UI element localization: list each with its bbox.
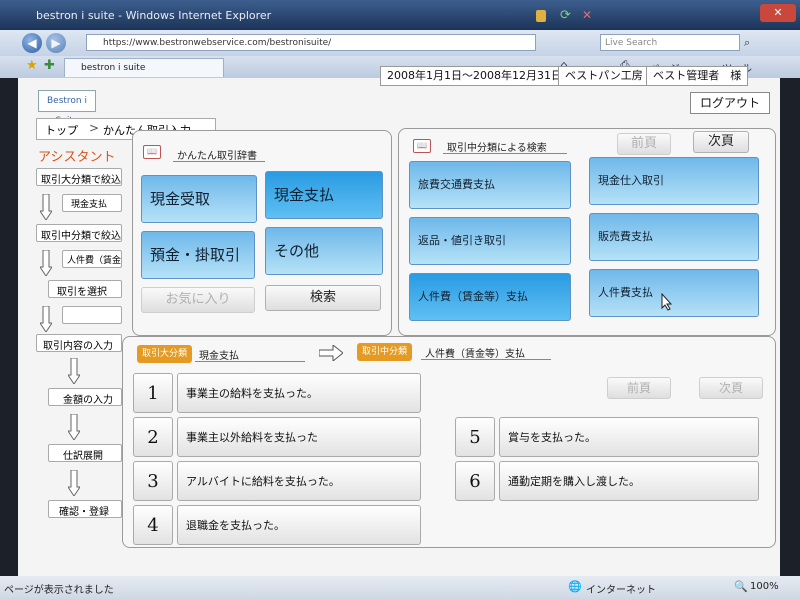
prev-page-button[interactable]: 前頁: [617, 133, 671, 155]
item-6[interactable]: 通勤定期を購入し渡した。: [499, 461, 759, 501]
window-titlebar: bestron i suite - Windows Internet Explo…: [0, 0, 800, 30]
add-favorite-icon[interactable]: ✚: [44, 58, 55, 73]
middle-underline: [421, 359, 551, 360]
step-select-transaction: 取引を選択: [48, 280, 122, 298]
item-1[interactable]: 事業主の給料を支払った。: [177, 373, 421, 413]
status-text: ページが表示されました: [4, 585, 114, 596]
search-input[interactable]: Live Search: [600, 34, 740, 51]
company-box: ベストパン工房: [558, 66, 650, 86]
down-arrow-icon: [68, 358, 80, 384]
assistant-title: アシスタント: [38, 150, 116, 165]
security-zone: インターネット: [586, 585, 656, 596]
mouse-cursor-icon: [661, 293, 673, 311]
cash-payment-button[interactable]: 現金支払: [265, 171, 383, 219]
window-title: bestron i suite - Windows Internet Explo…: [36, 9, 272, 22]
personnel-expense-button[interactable]: 人件費支払: [589, 269, 759, 317]
sales-expense-button[interactable]: 販売費支払: [589, 213, 759, 261]
address-toolbar: ◀ ▶ https://www.bestronwebservice.com/be…: [0, 30, 800, 56]
down-arrow-icon: [40, 194, 52, 220]
zoom-level[interactable]: 100%: [750, 581, 779, 592]
returns-discount-button[interactable]: 返品・値引き取引: [409, 217, 571, 265]
next-page-button[interactable]: 次頁: [693, 131, 749, 153]
step-narrow-middle: 取引中分類で絞込: [36, 224, 122, 242]
major-underline: [195, 361, 305, 362]
step-journal: 仕訳展開: [48, 444, 122, 462]
address-input[interactable]: https://www.bestronwebservice.com/bestro…: [86, 34, 536, 51]
step-selected-value: [62, 306, 122, 324]
company-name: ベストパン工房: [565, 69, 643, 82]
step-enter-content: 取引内容の入力: [36, 334, 122, 352]
other-button[interactable]: その他: [265, 227, 383, 275]
bestron-logo: Bestron i Suite: [38, 90, 96, 126]
major-category-value: 現金支払: [199, 351, 239, 362]
category-search-panel: 📖 取引中分類による検索 前頁 次頁 旅費交通費支払 現金仕入取引 返品・値引き…: [398, 128, 776, 336]
title-underline: [173, 161, 265, 162]
fiscal-period: 2008年1月1日～2008年12月31日: [387, 69, 562, 82]
middle-category-value: 人件費（賃金等）支払: [425, 349, 525, 360]
cash-receipt-button[interactable]: 現金受取: [141, 175, 257, 223]
item-5[interactable]: 賞与を支払った。: [499, 417, 759, 457]
step-middle-value: 人件費（賃金等: [62, 250, 122, 268]
item-2[interactable]: 事業主以外給料を支払った: [177, 417, 421, 457]
title-underline: [443, 153, 567, 154]
dictionary-panel: 📖 かんたん取引辞書 現金受取 現金支払 預金・掛取引 その他 お気に入り 検索: [132, 130, 392, 336]
item-number-1[interactable]: 1: [133, 373, 173, 413]
search-button[interactable]: 検索: [265, 285, 381, 311]
item-number-2[interactable]: 2: [133, 417, 173, 457]
tab-bestron[interactable]: bestron i suite: [64, 58, 224, 77]
refresh-icon[interactable]: ⟳: [560, 8, 571, 23]
back-button[interactable]: ◀: [22, 33, 42, 53]
favorites-star-icon[interactable]: ★: [26, 58, 38, 73]
dictionary-title: かんたん取引辞書: [177, 151, 257, 162]
user-name: ベスト管理者 様: [653, 69, 742, 82]
user-box: ベスト管理者 様: [646, 66, 749, 86]
items-next-page-button[interactable]: 次頁: [699, 377, 763, 399]
cash-purchase-button[interactable]: 現金仕入取引: [589, 157, 759, 205]
down-arrow-icon: [68, 414, 80, 440]
down-arrow-icon: [68, 470, 80, 496]
breadcrumb-separator-icon: >: [89, 121, 100, 135]
step-enter-amount: 金額の入力: [48, 388, 122, 406]
personnel-wages-button[interactable]: 人件費（賃金等）支払: [409, 273, 571, 321]
item-3[interactable]: アルバイトに給料を支払った。: [177, 461, 421, 501]
transaction-selection-panel: 取引大分類 現金支払 取引中分類 人件費（賃金等）支払 前頁 次頁 1 事業主の…: [122, 336, 776, 548]
step-major-value: 現金支払: [62, 194, 122, 212]
globe-icon: 🌐: [568, 580, 582, 593]
step-confirm: 確認・登録: [48, 500, 122, 518]
search-icon[interactable]: ⌕: [744, 36, 750, 50]
forward-button[interactable]: ▶: [46, 33, 66, 53]
close-window-button[interactable]: ✕: [760, 4, 796, 22]
breadcrumb-top[interactable]: トップ: [45, 122, 78, 138]
category-search-title: 取引中分類による検索: [447, 143, 547, 154]
page-content: Bestron i Suite 2008年1月1日～2008年12月31日 ベス…: [18, 66, 780, 576]
zoom-icon[interactable]: 🔍: [734, 580, 748, 593]
status-bar: ページが表示されました 🌐 インターネット 🔍 100%: [0, 576, 800, 600]
stop-icon[interactable]: ✕: [582, 8, 592, 22]
item-4[interactable]: 退職金を支払った。: [177, 505, 421, 545]
item-number-6[interactable]: 6: [455, 461, 495, 501]
items-prev-page-button[interactable]: 前頁: [607, 377, 671, 399]
book-icon: 📖: [143, 145, 161, 159]
period-box: 2008年1月1日～2008年12月31日: [380, 66, 569, 86]
deposit-credit-button[interactable]: 預金・掛取引: [141, 231, 255, 279]
lock-icon: [536, 10, 546, 22]
logout-button[interactable]: ログアウト: [690, 92, 770, 114]
item-number-4[interactable]: 4: [133, 505, 173, 545]
book-icon: 📖: [413, 139, 431, 153]
major-category-badge: 取引大分類: [137, 345, 193, 363]
right-arrow-icon: [319, 345, 343, 361]
favorites-button[interactable]: お気に入り: [141, 287, 255, 313]
travel-expense-button[interactable]: 旅費交通費支払: [409, 161, 571, 209]
item-number-5[interactable]: 5: [455, 417, 495, 457]
down-arrow-icon: [40, 306, 52, 332]
assistant-sidebar: アシスタント 取引大分類で絞込 現金支払 取引中分類で絞込 人件費（賃金等 取引…: [32, 142, 126, 582]
item-number-3[interactable]: 3: [133, 461, 173, 501]
down-arrow-icon: [40, 250, 52, 276]
middle-category-badge: 取引中分類: [357, 343, 413, 361]
step-narrow-major: 取引大分類で絞込: [36, 168, 122, 186]
